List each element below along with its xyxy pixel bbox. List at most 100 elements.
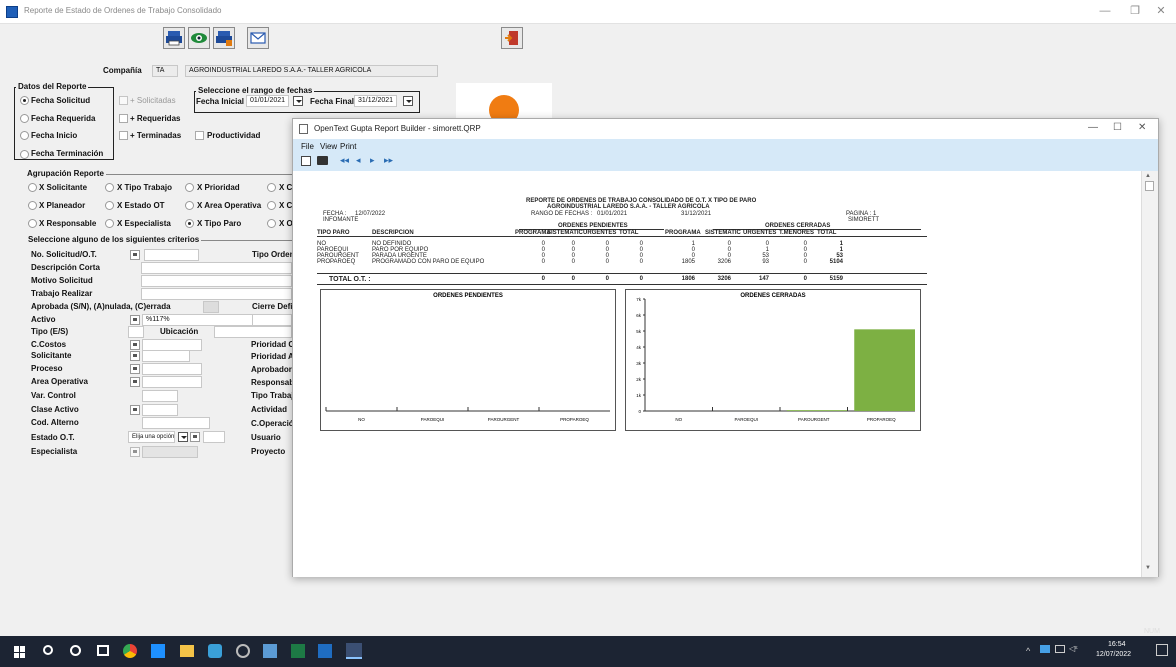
motivo-solicitud-field[interactable] xyxy=(141,275,292,287)
radio-x-cc[interactable] xyxy=(267,183,276,192)
page-preview-icon[interactable] xyxy=(301,156,311,166)
check-productividad[interactable] xyxy=(195,131,204,140)
radio-fecha-inicio[interactable] xyxy=(20,131,29,140)
especialista-field[interactable] xyxy=(142,446,198,458)
label-aprobador: Aprobador xyxy=(251,365,292,374)
network-icon[interactable] xyxy=(1040,645,1050,653)
radio-x-solicitante[interactable] xyxy=(28,183,37,192)
radio-x-especialista[interactable] xyxy=(105,219,114,228)
last-page-button[interactable]: ▸▸ xyxy=(384,155,393,166)
search-icon[interactable] xyxy=(43,645,53,655)
radio-x-tipo-trabajo[interactable] xyxy=(105,183,114,192)
radio-x-estado-ot[interactable] xyxy=(105,201,114,210)
radio-x-op[interactable] xyxy=(267,219,276,228)
fecha-inicial-dropdown[interactable] xyxy=(293,96,303,106)
outlook-icon[interactable] xyxy=(318,644,332,658)
app-icon[interactable] xyxy=(151,644,165,658)
ccostos-picker[interactable] xyxy=(130,340,140,350)
radio-x-tipo-paro[interactable] xyxy=(185,219,194,228)
cortana-icon[interactable] xyxy=(70,645,81,656)
close-button[interactable]: ✕ xyxy=(1146,2,1176,20)
preview-eye-icon[interactable] xyxy=(188,27,210,49)
clase-activo-field[interactable] xyxy=(142,404,178,416)
radio-x-area-operativa[interactable] xyxy=(185,201,194,210)
estado-ot-select[interactable]: Elija una opción xyxy=(128,431,175,443)
excel-icon[interactable] xyxy=(291,644,305,658)
radio-fecha-requerida[interactable] xyxy=(20,114,29,123)
tray-chevron-icon[interactable]: ^ xyxy=(1026,646,1030,656)
check-requeridas[interactable] xyxy=(119,114,128,123)
activo-field[interactable]: %117% xyxy=(142,314,270,326)
estado-ot-dropdown[interactable] xyxy=(178,432,188,442)
scroll-up-icon[interactable]: ▲ xyxy=(1145,173,1151,179)
menu-print[interactable]: Print xyxy=(340,142,356,151)
check-solicitadas[interactable] xyxy=(119,96,128,105)
estado-ot-code-field[interactable] xyxy=(203,431,225,443)
fecha-final-dropdown[interactable] xyxy=(403,96,413,106)
proceso-picker[interactable] xyxy=(130,364,140,374)
mail-icon[interactable] xyxy=(247,27,269,49)
fecha-inicial-field[interactable]: 01/01/2021 xyxy=(246,95,289,107)
rb-close-button[interactable]: ✕ xyxy=(1138,122,1146,133)
exit-door-icon[interactable] xyxy=(501,27,523,49)
menu-file[interactable]: File xyxy=(301,142,314,151)
row-value: 0 xyxy=(605,259,609,265)
next-page-button[interactable]: ▸ xyxy=(370,155,375,166)
radio-x-c[interactable] xyxy=(267,201,276,210)
radio-x-planeador[interactable] xyxy=(28,201,37,210)
radio-fecha-terminacion[interactable] xyxy=(20,150,29,159)
tipo-es-field[interactable] xyxy=(128,326,144,338)
ubicacion-field[interactable] xyxy=(214,326,292,338)
estado-ot-picker[interactable] xyxy=(190,432,200,442)
no-solicitud-field[interactable] xyxy=(144,249,199,261)
scroll-thumb[interactable] xyxy=(1145,181,1154,191)
volume-icon[interactable]: ◁ᵋ xyxy=(1069,644,1078,653)
first-page-button[interactable]: ◂◂ xyxy=(340,155,349,166)
app-icon-4[interactable] xyxy=(263,644,277,658)
minimize-button[interactable]: — xyxy=(1090,2,1120,20)
area-operativa-field[interactable] xyxy=(142,376,202,388)
total-value: 5159 xyxy=(829,276,843,282)
app-icon-3[interactable] xyxy=(236,644,250,658)
area-operativa-picker[interactable] xyxy=(130,377,140,387)
printer-icon[interactable] xyxy=(163,27,185,49)
battery-icon[interactable] xyxy=(1055,645,1065,653)
solicitante-field[interactable] xyxy=(142,350,190,362)
vertical-scrollbar[interactable]: ▲ ▼ xyxy=(1141,171,1158,577)
file-explorer-icon[interactable] xyxy=(180,645,194,657)
var-control-field[interactable] xyxy=(142,390,178,402)
solicitante-picker[interactable] xyxy=(130,351,140,361)
notification-icon[interactable] xyxy=(1156,644,1168,656)
aprobada-field[interactable] xyxy=(203,301,219,313)
rb-maximize-button[interactable]: ☐ xyxy=(1113,122,1122,133)
radio-x-responsable[interactable] xyxy=(28,219,37,228)
descripcion-corta-field[interactable] xyxy=(141,262,292,274)
rb-minimize-button[interactable]: — xyxy=(1088,122,1098,133)
no-solicitud-picker[interactable] xyxy=(130,250,140,260)
company-code-field[interactable]: TA xyxy=(152,65,178,77)
rango-inicio: 01/01/2021 xyxy=(597,211,628,217)
chrome-icon[interactable] xyxy=(123,644,137,658)
proceso-field[interactable] xyxy=(142,363,202,375)
task-view-icon[interactable] xyxy=(97,645,109,656)
report-app-icon[interactable] xyxy=(346,643,362,659)
app-icon-2[interactable] xyxy=(208,644,222,658)
previous-page-button[interactable]: ◂ xyxy=(356,155,361,166)
windows-start-icon[interactable] xyxy=(14,646,26,658)
scroll-down-icon[interactable]: ▼ xyxy=(1145,565,1151,571)
fecha-final-field[interactable]: 31/12/2021 xyxy=(354,95,397,107)
clase-activo-picker[interactable] xyxy=(130,405,140,415)
radio-x-prioridad[interactable] xyxy=(185,183,194,192)
label-tipo-trabajo: Tipo Trabajo xyxy=(251,391,292,400)
cod-alterno-field[interactable] xyxy=(142,417,210,429)
label-x-especialista: X Especialista xyxy=(117,219,171,228)
print-setup-icon[interactable] xyxy=(213,27,235,49)
activo-extra-field[interactable] xyxy=(252,314,292,326)
menu-view[interactable]: View xyxy=(320,142,337,151)
rb-print-icon[interactable] xyxy=(317,156,328,165)
radio-fecha-solicitud[interactable] xyxy=(20,96,29,105)
check-terminadas[interactable] xyxy=(119,131,128,140)
activo-picker[interactable] xyxy=(130,315,140,325)
especialista-picker[interactable] xyxy=(130,447,140,457)
trabajo-realizar-field[interactable] xyxy=(141,288,292,300)
